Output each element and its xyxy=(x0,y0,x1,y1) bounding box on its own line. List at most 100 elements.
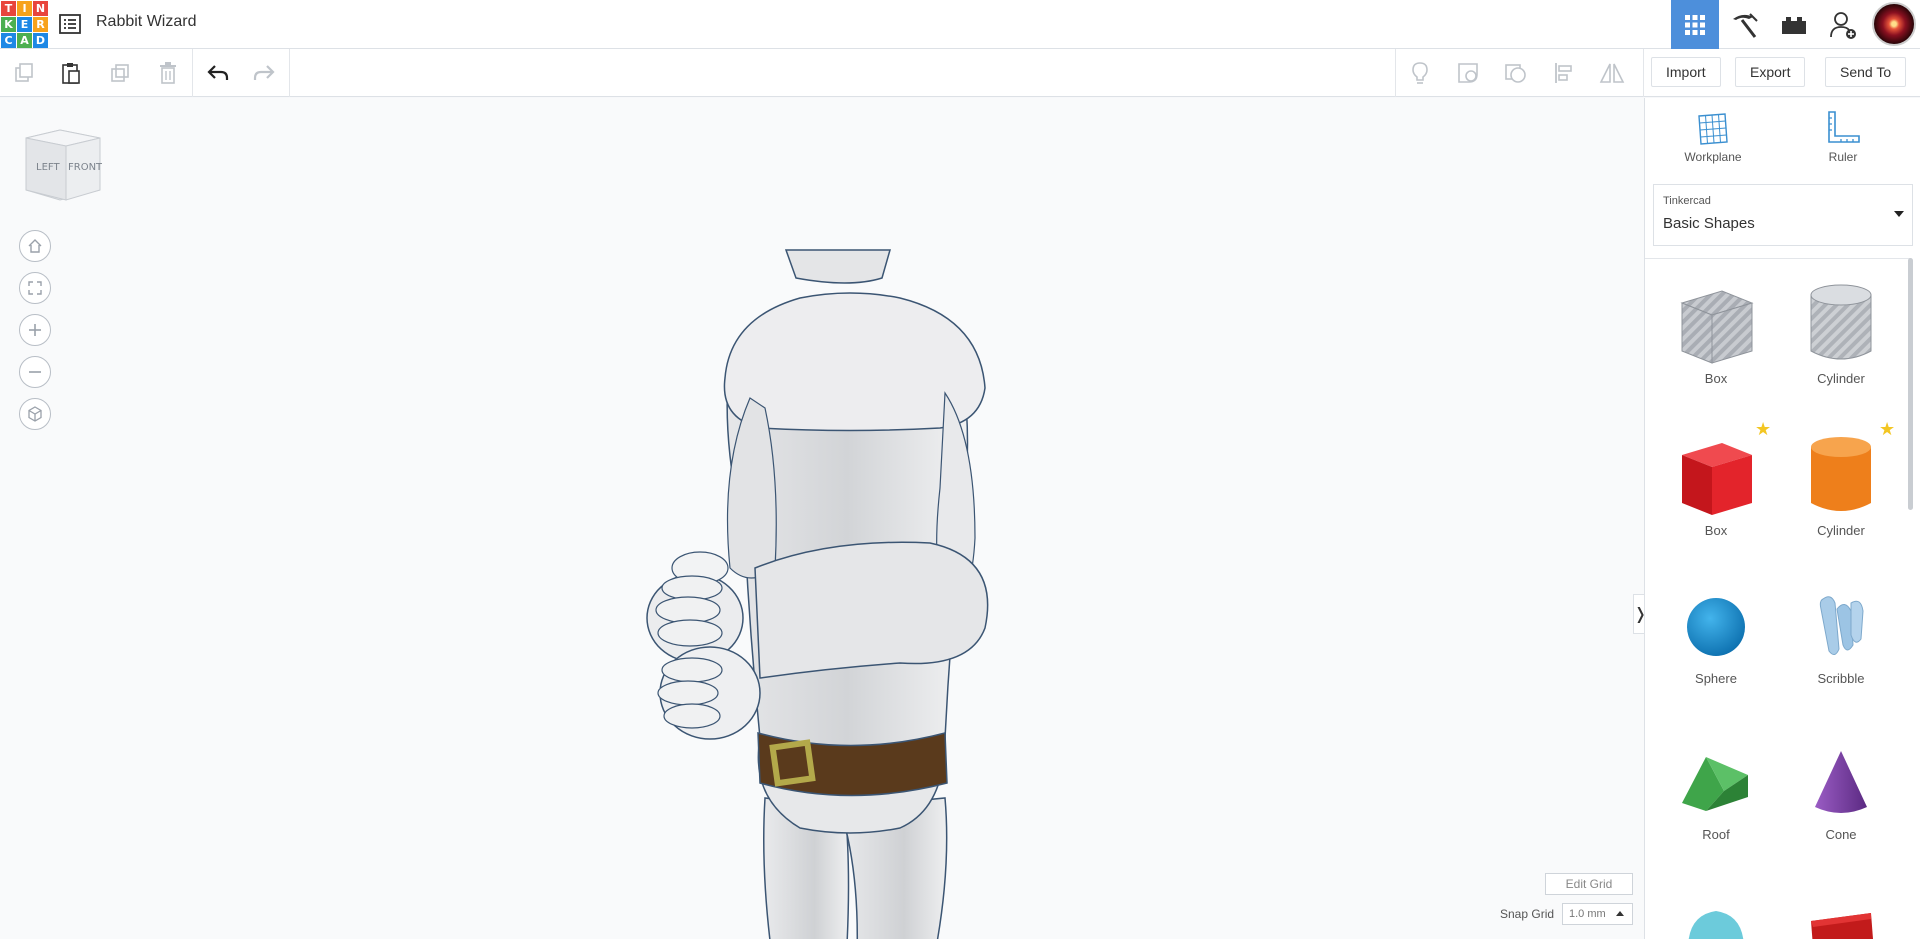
logo-letter: T xyxy=(1,1,16,16)
cylinder-icon xyxy=(1811,437,1871,511)
logo-letter: R xyxy=(33,17,48,32)
send-to-button[interactable]: Send To xyxy=(1825,57,1907,87)
home-icon xyxy=(28,239,42,253)
logo-letter: N xyxy=(33,1,48,16)
shape-label: Box xyxy=(1704,523,1728,538)
shape-hole-cylinder[interactable]: Cylinder xyxy=(1786,281,1896,386)
paraboloid-icon xyxy=(1688,911,1744,939)
mirror-icon[interactable] xyxy=(1598,59,1626,87)
shape-scribble[interactable]: Scribble xyxy=(1786,589,1896,686)
hole-box-icon xyxy=(1680,290,1754,364)
shape-label: Sphere xyxy=(1695,671,1737,686)
edit-toolbar xyxy=(0,49,1920,97)
shape-library-dropdown[interactable]: Tinkercad Basic Shapes xyxy=(1653,184,1913,246)
shape-cylinder[interactable]: Cylinder xyxy=(1786,433,1896,538)
add-user-button[interactable] xyxy=(1820,0,1868,49)
zoom-out-icon xyxy=(29,371,41,373)
group-icon[interactable] xyxy=(1502,59,1530,87)
star-icon: ★ xyxy=(1879,419,1896,439)
ruler-icon xyxy=(1828,111,1860,143)
shape-sphere[interactable]: Sphere xyxy=(1661,589,1771,686)
import-button[interactable]: Import xyxy=(1651,57,1721,87)
note-icon[interactable] xyxy=(1454,59,1482,87)
logo-letter: I xyxy=(17,1,32,16)
toolbar-divider xyxy=(289,49,290,97)
caret-up-icon xyxy=(1616,911,1624,916)
viewcube-left-label: LEFT xyxy=(36,162,60,173)
trash-icon[interactable] xyxy=(154,59,182,87)
design-list-icon[interactable] xyxy=(58,12,82,36)
fit-icon xyxy=(28,281,42,295)
shape-label: Cylinder xyxy=(1817,371,1865,386)
edit-grid-button[interactable]: Edit Grid xyxy=(1545,873,1633,895)
3d-viewport[interactable]: LEFT FRONT Edit Grid Snap Grid 1.0 mm xyxy=(0,98,1644,939)
tinkercad-logo[interactable]: T I N K E R C A D xyxy=(0,0,48,48)
bricks-view-button[interactable] xyxy=(1770,0,1818,49)
shape-box[interactable]: Box xyxy=(1661,433,1771,538)
snap-grid-value: 1.0 mm xyxy=(1569,908,1606,920)
panel-collapse-tab[interactable]: ❭ xyxy=(1633,594,1644,634)
workplane-tool[interactable]: Workplane xyxy=(1663,110,1763,164)
shapes-grid: Box Cylinder Box ★ Cylinder ★ Sphere Scr… xyxy=(1645,258,1911,939)
pickaxe-icon xyxy=(1733,12,1758,38)
copy-icon[interactable] xyxy=(10,59,38,87)
logo-letter: A xyxy=(17,33,32,48)
blocks-view-button[interactable] xyxy=(1720,0,1768,49)
shapes-scrollbar[interactable] xyxy=(1908,258,1913,510)
logo-letter: D xyxy=(33,33,48,48)
perspective-icon xyxy=(28,406,42,422)
box-icon xyxy=(1682,443,1752,515)
hole-cylinder-icon xyxy=(1810,284,1872,360)
snap-grid-select[interactable]: 1.0 mm xyxy=(1562,903,1633,925)
ruler-tool[interactable]: Ruler xyxy=(1793,110,1893,164)
zoom-in-button[interactable] xyxy=(19,314,51,346)
shape-label: Roof xyxy=(1702,827,1730,842)
cone-icon xyxy=(1815,751,1867,813)
shapes-panel: Workplane Ruler Tinkercad Basic Shapes B… xyxy=(1644,98,1920,939)
viewcube-front-label: FRONT xyxy=(68,162,102,173)
text-shape-icon xyxy=(1811,913,1873,939)
view-cube[interactable]: LEFT FRONT xyxy=(22,128,103,204)
3d-design-view-button[interactable] xyxy=(1671,0,1719,49)
user-avatar[interactable] xyxy=(1872,2,1916,46)
workplane-label: Workplane xyxy=(1684,150,1742,164)
export-button[interactable]: Export xyxy=(1735,57,1806,87)
fit-view-button[interactable] xyxy=(19,272,51,304)
ruler-label: Ruler xyxy=(1828,150,1858,164)
shape-partial[interactable] xyxy=(1661,899,1771,939)
workplane-icon xyxy=(1698,113,1728,145)
paste-icon[interactable] xyxy=(57,59,85,87)
logo-letter: E xyxy=(17,17,32,32)
chevron-right-icon: ❭ xyxy=(1634,604,1644,624)
library-source: Tinkercad xyxy=(1663,195,1711,207)
undo-icon[interactable] xyxy=(204,59,232,87)
top-bar: T I N K E R C A D Rabbit Wizard xyxy=(0,0,1920,49)
caret-down-icon xyxy=(1894,211,1904,217)
toolbar-divider xyxy=(1395,49,1396,97)
duplicate-icon[interactable] xyxy=(106,59,134,87)
shape-label: Scribble xyxy=(1817,671,1865,686)
brick-icon xyxy=(1782,16,1806,34)
add-user-icon xyxy=(1830,11,1856,39)
scribble-icon xyxy=(1819,596,1864,655)
shape-roof[interactable]: Roof xyxy=(1661,745,1771,842)
3d-model-figure[interactable] xyxy=(600,238,1020,939)
shape-hole-box[interactable]: Box xyxy=(1661,281,1771,386)
align-icon[interactable] xyxy=(1550,59,1578,87)
redo-icon[interactable] xyxy=(250,59,278,87)
library-name: Basic Shapes xyxy=(1663,215,1755,232)
shape-label: Box xyxy=(1704,371,1728,386)
shape-label: Cylinder xyxy=(1817,523,1865,538)
home-view-button[interactable] xyxy=(19,230,51,262)
light-bulb-icon[interactable] xyxy=(1406,59,1434,87)
snap-grid-label: Snap Grid xyxy=(1500,907,1555,921)
shape-cone[interactable]: Cone xyxy=(1786,745,1896,842)
shape-partial-text[interactable] xyxy=(1786,899,1896,939)
zoom-out-button[interactable] xyxy=(19,356,51,388)
shape-label: Cone xyxy=(1825,827,1857,842)
perspective-button[interactable] xyxy=(19,398,51,430)
logo-letter: C xyxy=(1,33,16,48)
toolbar-divider xyxy=(192,49,193,97)
design-title[interactable]: Rabbit Wizard xyxy=(96,13,196,31)
zoom-in-icon xyxy=(29,324,41,336)
